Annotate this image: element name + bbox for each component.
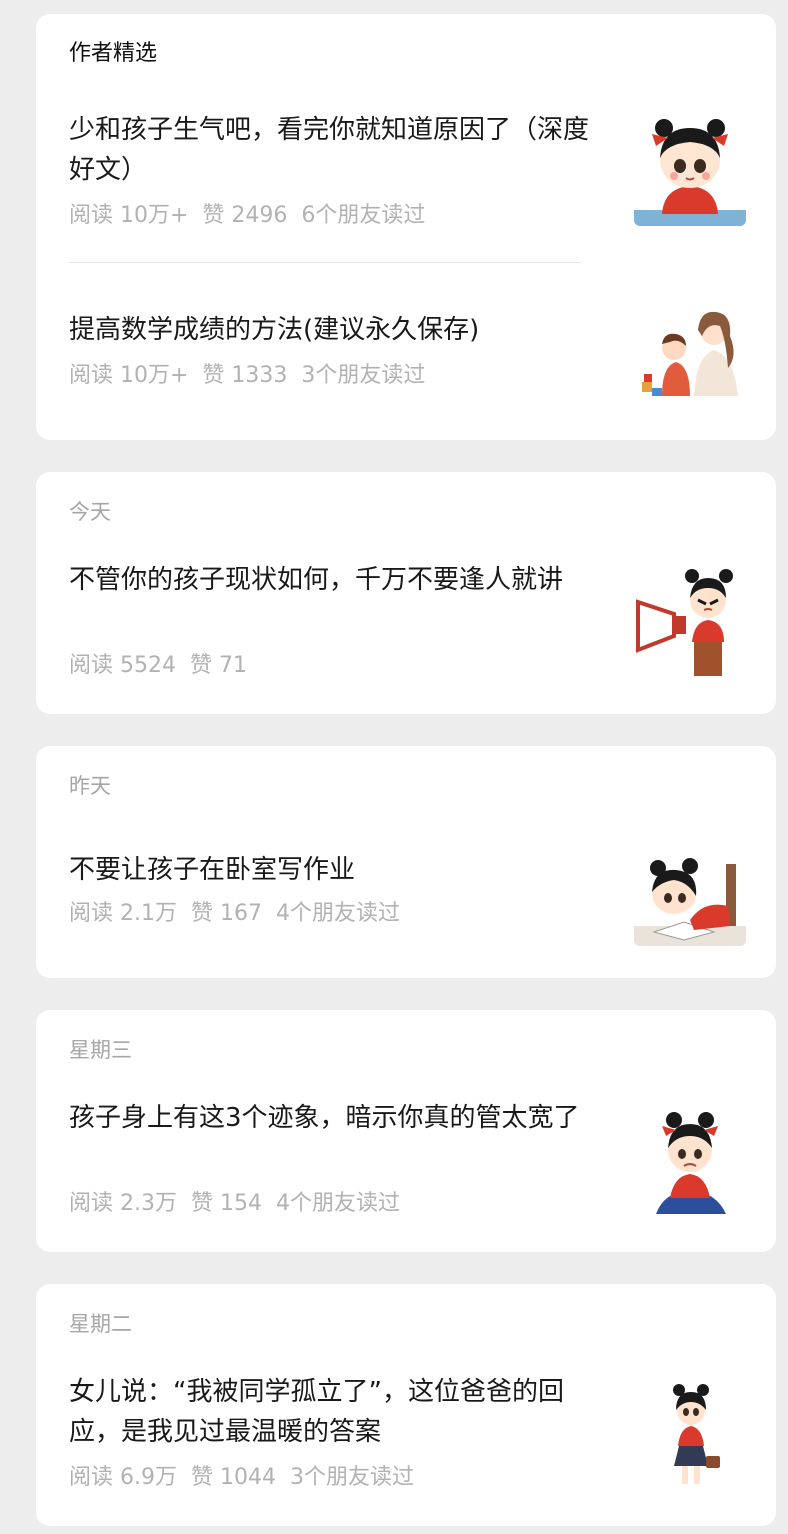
like-count: 赞 167 <box>190 901 262 926</box>
article-meta: 阅读 6.9万赞 1044 3个朋友读过 <box>69 1464 428 1492</box>
article-meta: 阅读 10万+ 赞 1333 3个朋友读过 <box>69 362 439 390</box>
date-label: 昨天 <box>69 774 111 798</box>
article-title: 不管你的孩子现状如何，千万不要逢人就讲 <box>69 565 564 595</box>
article-item[interactable]: 不要让孩子在卧室写作业 阅读 2.1万赞 167 4个朋友读过 <box>36 834 776 950</box>
article-divider <box>69 262 581 263</box>
featured-card: 作者精选 少和孩子生气吧，看完你就知道原因了（深度好文） 阅读 10万+ 赞 24… <box>36 14 776 440</box>
friends-read: 3个朋友读过 <box>289 1465 414 1490</box>
article-item[interactable]: 孩子身上有这3个迹象，暗示你真的管太宽了 阅读 2.3万赞 154 4个朋友读过 <box>36 1094 776 1224</box>
read-count: 阅读 10万+ <box>69 203 189 228</box>
article-meta: 阅读 10万+ 赞 2496 6个朋友读过 <box>69 202 439 230</box>
article-item[interactable]: 提高数学成绩的方法(建议永久保存) 阅读 10万+ 赞 1333 3个朋友读过 <box>36 296 776 416</box>
article-meta: 阅读 2.1万赞 167 4个朋友读过 <box>69 900 414 928</box>
article-meta: 阅读 5524 赞 71 <box>69 652 275 680</box>
featured-section-title: 作者精选 <box>69 41 158 66</box>
date-group-card: 星期二 女儿说：“我被同学孤立了”，这位爸爸的回应，是我见过最温暖的答案 阅读 … <box>36 1284 776 1526</box>
article-title: 不要让孩子在卧室写作业 <box>69 855 356 885</box>
mother-and-child-illustration <box>634 296 746 408</box>
article-title: 女儿说：“我被同学孤立了”，这位爸爸的回应，是我见过最温暖的答案 <box>69 1377 564 1447</box>
girl-at-table-illustration <box>634 114 746 226</box>
article-item[interactable]: 女儿说：“我被同学孤立了”，这位爸爸的回应，是我见过最温暖的答案 阅读 6.9万… <box>36 1368 776 1498</box>
article-title: 少和孩子生气吧，看完你就知道原因了（深度好文） <box>69 115 590 185</box>
like-count: 赞 154 <box>190 1191 262 1216</box>
friends-read: 4个朋友读过 <box>275 901 400 926</box>
like-count: 赞 1333 <box>202 363 288 388</box>
article-item[interactable]: 不管你的孩子现状如何，千万不要逢人就讲 阅读 5524 赞 71 <box>36 556 776 686</box>
sad-girl-sitting-illustration <box>634 1104 746 1216</box>
like-count: 赞 1044 <box>190 1465 276 1490</box>
article-item[interactable]: 少和孩子生气吧，看完你就知道原因了（深度好文） 阅读 10万+ 赞 2496 6个朋… <box>36 104 776 264</box>
friends-read: 3个朋友读过 <box>301 363 426 388</box>
read-count: 阅读 6.9万 <box>69 1465 177 1490</box>
date-label: 星期三 <box>69 1038 132 1062</box>
like-count: 赞 71 <box>189 653 247 678</box>
date-label: 星期二 <box>69 1312 132 1336</box>
article-meta: 阅读 2.3万赞 154 4个朋友读过 <box>69 1190 414 1218</box>
friends-read: 4个朋友读过 <box>275 1191 400 1216</box>
article-title: 孩子身上有这3个迹象，暗示你真的管太宽了 <box>69 1103 580 1133</box>
date-group-card: 今天 不管你的孩子现状如何，千万不要逢人就讲 阅读 5524 赞 71 <box>36 472 776 714</box>
like-count: 赞 2496 <box>202 203 288 228</box>
girl-with-megaphone-illustration <box>634 566 746 678</box>
date-group-card: 昨天 不要让孩子在卧室写作业 阅读 2.1万赞 167 4个朋友读过 <box>36 746 776 978</box>
read-count: 阅读 10万+ <box>69 363 189 388</box>
girl-with-bag-illustration <box>634 1378 746 1490</box>
friends-read: 6个朋友读过 <box>301 203 426 228</box>
read-count: 阅读 2.3万 <box>69 1191 177 1216</box>
girl-doing-homework-illustration <box>634 834 746 946</box>
article-title: 提高数学成绩的方法(建议永久保存) <box>69 315 480 345</box>
read-count: 阅读 5524 <box>69 653 176 678</box>
date-label: 今天 <box>69 500 111 524</box>
date-group-card: 星期三 孩子身上有这3个迹象，暗示你真的管太宽了 阅读 2.3万赞 154 4个朋… <box>36 1010 776 1252</box>
read-count: 阅读 2.1万 <box>69 901 177 926</box>
